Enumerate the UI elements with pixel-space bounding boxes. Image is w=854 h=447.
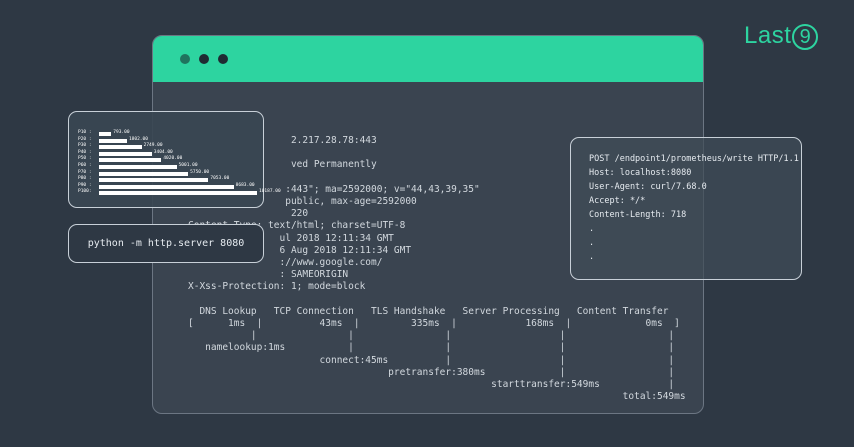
chart-value-label: 5750.00 xyxy=(190,169,210,175)
brand-logo: Last 9 xyxy=(744,22,819,50)
window-maximize-dot[interactable] xyxy=(218,54,228,64)
terminal-line: pretransfer:380ms | | xyxy=(188,366,675,378)
terminal-line: [ 1ms | 43ms | 335ms | 168ms | 0ms ] xyxy=(188,318,680,329)
chart-bar xyxy=(99,158,162,163)
chart-bar xyxy=(99,145,142,150)
chart-category-label: P100: xyxy=(78,189,92,195)
chart-category-label: P50 : xyxy=(78,156,92,162)
terminal-line: connect:45ms | | | xyxy=(188,354,675,366)
chart-category-label: P30 : xyxy=(78,143,92,149)
chart-bar xyxy=(99,178,209,183)
chart-category-label: P70 : xyxy=(78,169,92,175)
brand-name: Last xyxy=(744,22,792,49)
chart-value-label: 1802.00 xyxy=(128,136,148,142)
chart-bar xyxy=(99,184,234,189)
terminal-line: DNS Lookup TCP Connection TLS Handshake … xyxy=(188,305,669,317)
chart-value-label: 5001.00 xyxy=(178,163,198,168)
terminal-line: starttransfer:549ms | xyxy=(188,379,675,390)
terminal-line: total:549ms xyxy=(188,391,686,403)
chart-value-label: 7053.00 xyxy=(210,176,230,182)
chart-value-label: 2749.00 xyxy=(143,143,163,149)
chart-value-label: 10187.00 xyxy=(259,189,281,195)
brand-digit: 9 xyxy=(792,23,819,50)
chart-category-label: P90 : xyxy=(78,182,92,188)
request-line: User-Agent: curl/7.68.0 xyxy=(589,182,707,192)
window-minimize-dot[interactable] xyxy=(199,54,209,64)
window-close-dot[interactable] xyxy=(180,54,190,64)
request-line: POST /endpoint1/prometheus/write HTTP/1.… xyxy=(589,154,799,164)
request-line: Content-Length: 718 xyxy=(589,210,687,220)
request-line: . xyxy=(589,238,595,248)
chart-category-label: P60 : xyxy=(78,163,92,168)
chart-bar xyxy=(99,191,257,196)
chart-value-label: 3404.00 xyxy=(153,149,173,155)
request-line: . xyxy=(589,224,595,234)
terminal-line: X-Xss-Protection: 1; mode=block xyxy=(188,281,366,293)
command-text: python -m http.server 8080 xyxy=(87,238,245,249)
chart-category-label: P80 : xyxy=(78,176,92,182)
chart-value-label: 4020.00 xyxy=(163,156,183,162)
chart-bar xyxy=(99,171,189,176)
command-panel: python -m http.server 8080 xyxy=(68,224,264,263)
chart-category-label: P20 : xyxy=(78,136,92,142)
chart-value-label: 793.00 xyxy=(113,130,130,135)
request-line: Host: localhost:8080 xyxy=(589,168,692,178)
request-line: . xyxy=(589,252,595,262)
terminal-line: | | | | | xyxy=(188,330,675,342)
chart-bar xyxy=(99,138,127,143)
window-titlebar xyxy=(153,36,703,82)
percentile-chart-panel: P10 : 793.00 P20 : 1802.00 P30 : 2749.00 P40 :… xyxy=(68,111,281,208)
http-request-panel: POST /endpoint1/prometheus/write HTTP/1.… xyxy=(570,137,802,280)
request-line: Accept: */* xyxy=(589,196,646,206)
chart-category-label: P40 : xyxy=(78,149,92,155)
chart-bar xyxy=(99,165,177,169)
chart-bar xyxy=(99,132,112,136)
chart-category-label: P10 : xyxy=(78,130,92,135)
terminal-line: namelookup:1ms | | | | xyxy=(188,342,675,354)
chart-bar xyxy=(99,151,152,156)
chart-value-label: 8683.00 xyxy=(235,182,255,188)
